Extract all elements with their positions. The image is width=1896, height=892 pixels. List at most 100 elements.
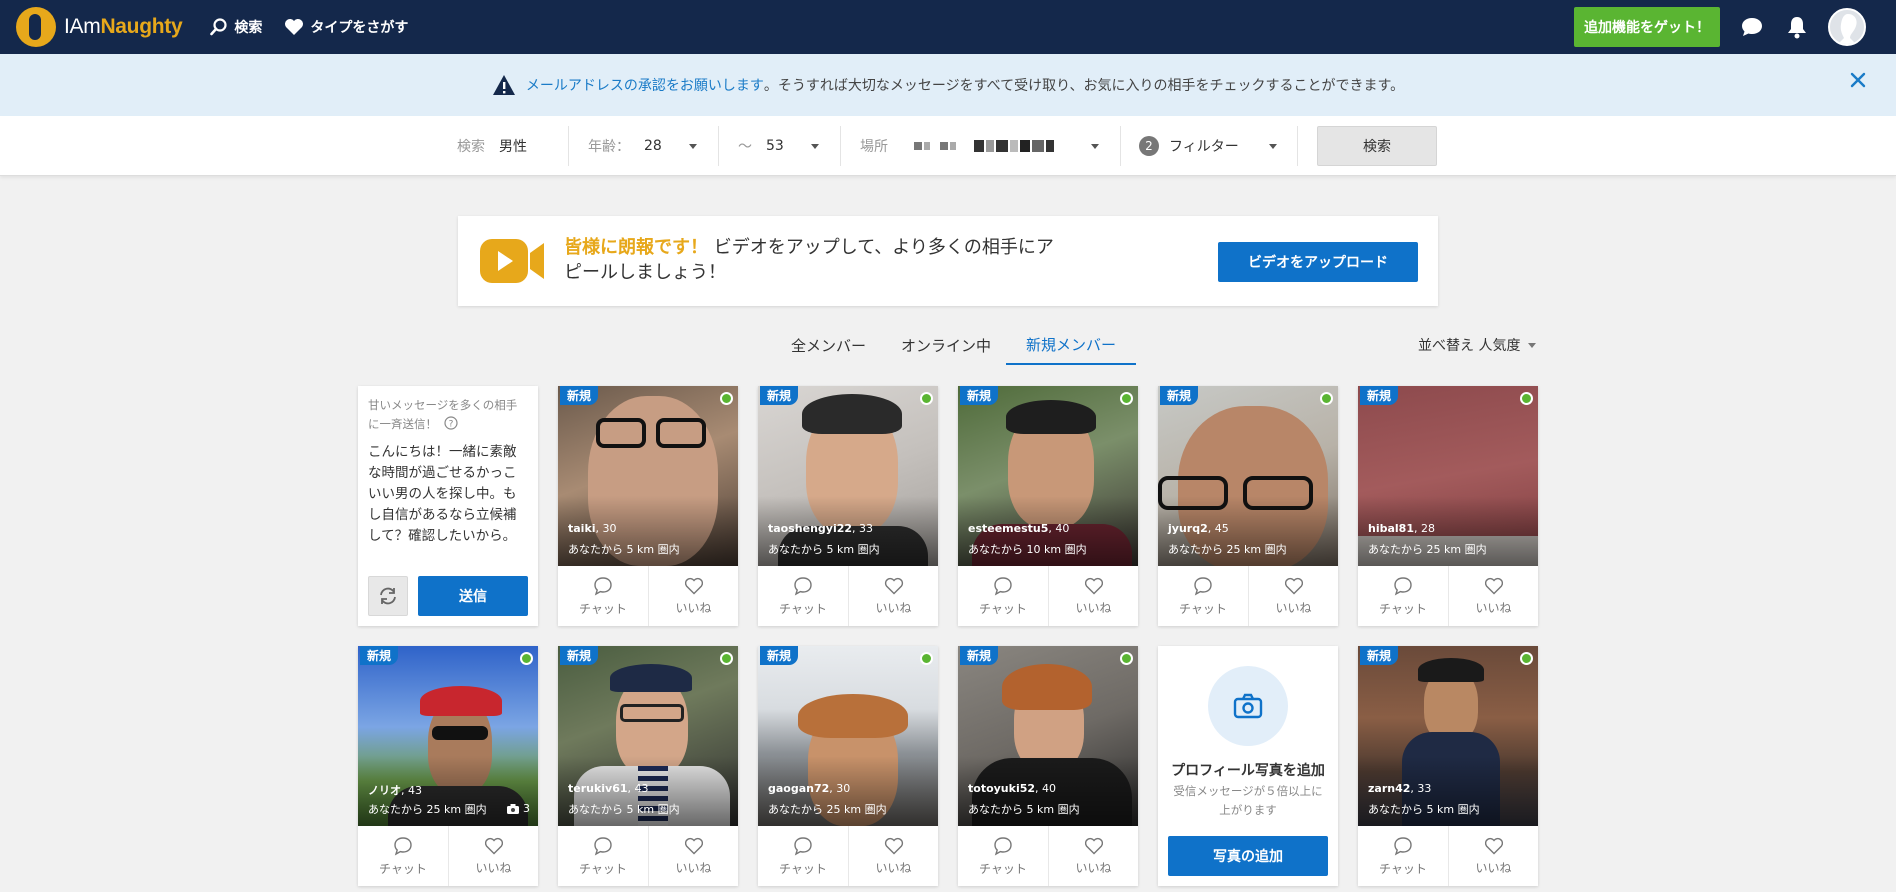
tab-new-members[interactable]: 新規メンバー — [1006, 326, 1137, 365]
chat-button[interactable]: チャット — [358, 826, 448, 886]
profile-photo[interactable]: 新規 zarn42, 33 あなたから 5 km 圏内 — [1358, 646, 1538, 826]
chat-button[interactable]: チャット — [558, 566, 648, 626]
profile-photo[interactable]: 新規 ノリオ, 43 あなたから 25 km 圏内 3 — [358, 646, 538, 826]
profile-card[interactable]: 新規 ノリオ, 43 あなたから 25 km 圏内 3 チャット いいね — [358, 646, 538, 886]
profile-card[interactable]: 新規 taoshengyi22, 33 あなたから 5 km 圏内 チャット い… — [758, 386, 938, 626]
refresh-button[interactable] — [368, 576, 408, 616]
gender-filter[interactable]: 検索 男性 — [457, 116, 567, 176]
site-logo[interactable]: IAmNaughty — [16, 0, 183, 54]
heart-outline-icon — [1284, 577, 1303, 594]
upgrade-button[interactable]: 追加機能をゲット！ — [1574, 7, 1720, 47]
new-badge: 新規 — [960, 646, 999, 665]
more-filters-select[interactable]: 2 フィルター — [1139, 116, 1279, 176]
like-button[interactable]: いいね — [1448, 566, 1538, 626]
add-photo-button[interactable]: 写真の追加 — [1168, 836, 1328, 876]
search-icon — [210, 18, 227, 36]
chevron-down-icon — [1269, 144, 1277, 149]
like-button[interactable]: いいね — [1048, 566, 1138, 626]
like-button[interactable]: いいね — [1048, 826, 1138, 886]
heart-icon — [285, 19, 304, 35]
profile-photo[interactable]: 新規 jyurq2, 45 あなたから 25 km 圏内 — [1158, 386, 1338, 566]
profile-distance: あなたから 5 km 圏内 — [568, 543, 680, 556]
profile-card[interactable]: 新規 terukiv61, 43 あなたから 5 km 圏内 チャット いいね — [558, 646, 738, 886]
profile-photo[interactable]: 新規 taoshengyi22, 33 あなたから 5 km 圏内 — [758, 386, 938, 566]
bell-icon[interactable] — [1786, 15, 1808, 39]
bulk-message-card: 甘いメッセージを多くの相手に一斉送信！ ? こんにちは！一緒に素敵な時間が過ごせ… — [358, 386, 538, 626]
chat-icon — [594, 836, 612, 855]
profile-photo[interactable]: 新規 hibal81, 28 あなたから 25 km 圏内 — [1358, 386, 1538, 566]
online-indicator — [720, 652, 733, 665]
close-icon[interactable] — [1850, 72, 1876, 92]
tab-online[interactable]: オンライン中 — [901, 326, 991, 364]
chat-button[interactable]: チャット — [1358, 826, 1448, 886]
search-button[interactable]: 検索 — [1317, 126, 1437, 166]
online-indicator — [1320, 392, 1333, 405]
like-button[interactable]: いいね — [1448, 826, 1538, 886]
profile-name: terukiv61, 43 — [568, 782, 649, 795]
like-button[interactable]: いいね — [848, 826, 938, 886]
location-select[interactable]: 場所 — [860, 116, 1105, 176]
profile-card[interactable]: 新規 zarn42, 33 あなたから 5 km 圏内 チャット いいね — [1358, 646, 1538, 886]
chat-button[interactable]: チャット — [558, 826, 648, 886]
profile-photo[interactable]: 新規 gaogan72, 30 あなたから 25 km 圏内 — [758, 646, 938, 826]
upload-video-button[interactable]: ビデオをアップロード — [1218, 242, 1418, 282]
refresh-icon — [380, 587, 396, 605]
like-button[interactable]: いいね — [448, 826, 538, 886]
profile-card[interactable]: 新規 gaogan72, 30 あなたから 25 km 圏内 チャット いいね — [758, 646, 938, 886]
profile-photo[interactable]: 新規 terukiv61, 43 あなたから 5 km 圏内 — [558, 646, 738, 826]
chat-button[interactable]: チャット — [1158, 566, 1248, 626]
add-photo-subtitle: 受信メッセージが５倍以上に上がります — [1173, 784, 1323, 817]
profile-distance: あなたから 25 km 圏内 — [1368, 543, 1487, 556]
promo-message: 皆様に朗報です！ ビデオをアップして、より多くの相手にアピールしましょう！ — [564, 235, 1064, 285]
nav-find-type-label: タイプをさがす — [310, 20, 409, 36]
send-button[interactable]: 送信 — [418, 576, 528, 616]
new-badge: 新規 — [360, 646, 399, 665]
like-button[interactable]: いいね — [1248, 566, 1338, 626]
camera-icon — [507, 803, 519, 814]
chat-button[interactable]: チャット — [758, 566, 848, 626]
profile-distance: あなたから 25 km 圏内 — [768, 803, 887, 816]
like-button[interactable]: いいね — [648, 826, 738, 886]
profile-photo[interactable]: 新規 totoyuki52, 40 あなたから 5 km 圏内 — [958, 646, 1138, 826]
video-camera-icon — [480, 239, 544, 283]
new-badge: 新規 — [760, 386, 799, 405]
chat-button[interactable]: チャット — [1358, 566, 1448, 626]
new-badge: 新規 — [1360, 386, 1399, 405]
profile-photo[interactable]: 新規 esteemestu5, 40 あなたから 10 km 圏内 — [958, 386, 1138, 566]
chat-bubble-icon[interactable] — [1740, 16, 1764, 38]
profile-name: hibal81, 28 — [1368, 522, 1435, 535]
nav-find-type[interactable]: タイプをさがす — [284, 0, 408, 54]
chat-button[interactable]: チャット — [958, 826, 1048, 886]
chat-icon — [394, 836, 412, 855]
chat-icon — [794, 576, 812, 595]
tab-all-members[interactable]: 全メンバー — [791, 326, 866, 364]
profile-card[interactable]: 新規 taiki, 30 あなたから 5 km 圏内 チャット いいね — [558, 386, 738, 626]
age-max-select[interactable]: ～ 53 — [738, 116, 838, 176]
logo-text: IAmNaughty — [64, 15, 183, 38]
profile-card[interactable]: 新規 jyurq2, 45 あなたから 25 km 圏内 チャット いいね — [1158, 386, 1338, 626]
profile-card[interactable]: 新規 totoyuki52, 40 あなたから 5 km 圏内 チャット いいね — [958, 646, 1138, 886]
user-avatar[interactable] — [1828, 8, 1866, 46]
age-min-select[interactable]: 年齢： 28 — [588, 116, 708, 176]
nav-search[interactable]: 検索 — [210, 0, 262, 54]
profile-card[interactable]: 新規 hibal81, 28 あなたから 25 km 圏内 チャット いいね — [1358, 386, 1538, 626]
profile-card[interactable]: 新規 esteemestu5, 40 あなたから 10 km 圏内 チャット い… — [958, 386, 1138, 626]
add-photo-title: プロフィール写真を追加 — [1171, 763, 1325, 779]
nav-search-label: 検索 — [234, 20, 263, 36]
profile-distance: あなたから 25 km 圏内 — [1168, 543, 1287, 556]
camera-icon[interactable] — [1208, 666, 1288, 746]
chat-button[interactable]: チャット — [758, 826, 848, 886]
profile-distance: あなたから 5 km 圏内 — [968, 803, 1080, 816]
like-button[interactable]: いいね — [848, 566, 938, 626]
online-indicator — [1520, 652, 1533, 665]
banner-message: 。そうすれば大切なメッセージをすべて受け取り、お気に入りの相手をチェックすること… — [763, 78, 1405, 94]
chat-icon — [1394, 836, 1412, 855]
chat-button[interactable]: チャット — [958, 566, 1048, 626]
help-icon[interactable]: ? — [444, 416, 458, 430]
verify-email-link[interactable]: メールアドレスの承認をお願いします — [526, 75, 764, 95]
chat-icon — [794, 836, 812, 855]
like-button[interactable]: いいね — [648, 566, 738, 626]
profile-name: esteemestu5, 40 — [968, 522, 1070, 535]
sort-select[interactable]: 並べ替え 人気度 — [1418, 326, 1537, 364]
profile-photo[interactable]: 新規 taiki, 30 あなたから 5 km 圏内 — [558, 386, 738, 566]
